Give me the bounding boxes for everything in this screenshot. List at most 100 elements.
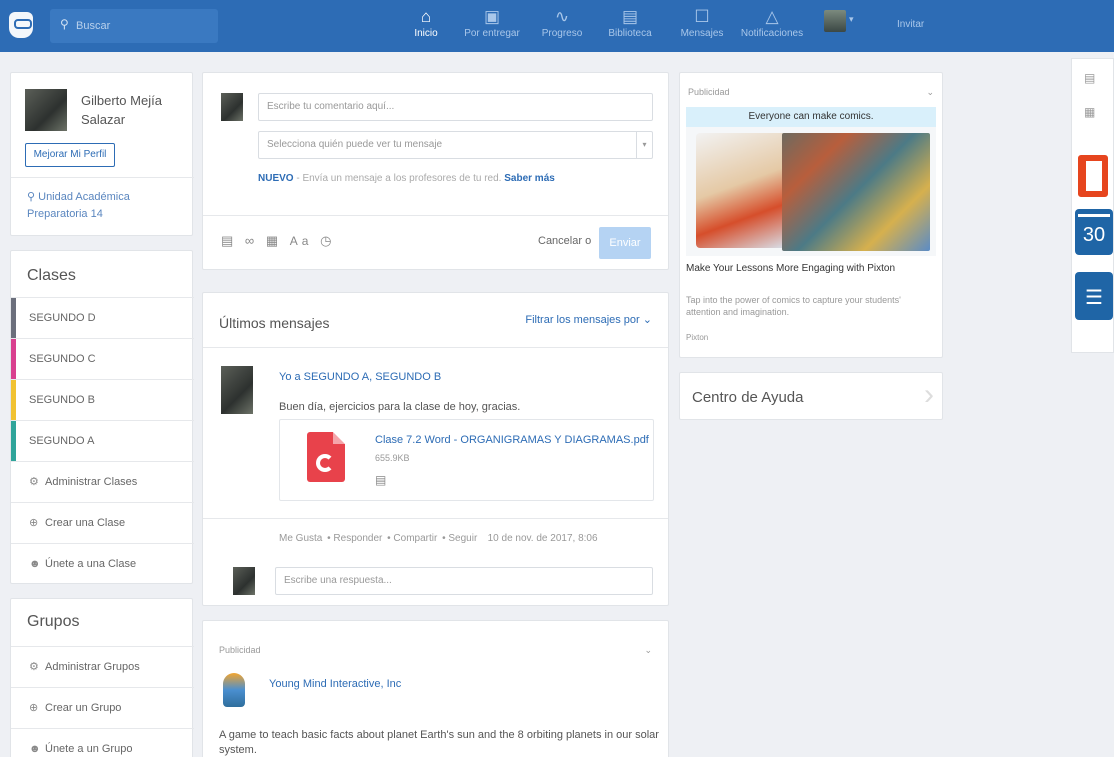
class-item[interactable]: SEGUNDO D [11, 297, 194, 338]
help-center-link[interactable]: Centro de Ayuda › [679, 372, 943, 420]
messages-title: Últimos mensajes [219, 315, 330, 331]
nav-notifications[interactable]: △ Notificaciones [738, 6, 806, 48]
top-navigation-bar: ⚲ ⌂ Inicio ▣ Por entregar ∿ Progreso ▤ B… [0, 0, 1114, 52]
ad-title[interactable]: Make Your Lessons More Engaging with Pix… [686, 263, 895, 274]
class-color-bar [11, 421, 16, 461]
location-line1: Unidad Académica [38, 191, 130, 203]
share-action[interactable]: Compartir [393, 533, 437, 544]
link-icon[interactable]: ∞ [245, 233, 258, 248]
library-icon[interactable]: ▤ [375, 473, 386, 487]
plus-circle-icon: ⊕ [29, 702, 39, 714]
messages-card: Últimos mensajes Filtrar los mensajes po… [202, 292, 669, 606]
manage-classes-label: Administrar Clases [45, 476, 138, 488]
create-group-link[interactable]: ⊕ Crear un Grupo [11, 687, 194, 728]
class-item[interactable]: SEGUNDO B [11, 379, 194, 420]
classes-card: Clases SEGUNDO D SEGUNDO C SEGUNDO B SEG… [10, 250, 194, 584]
improve-profile-button[interactable]: Mejorar Mi Perfil [25, 143, 115, 167]
profile-location[interactable]: ⚲ Unidad Académica Preparatoria 14 [27, 189, 187, 223]
nav-progress[interactable]: ∿ Progreso [536, 6, 588, 48]
nuevo-label: NUEVO [258, 173, 294, 184]
profile-name[interactable]: Gilberto Mejía Salazar [81, 91, 181, 129]
user-join-icon: ☻ [29, 558, 41, 570]
divider [203, 215, 668, 216]
chevron-down-icon[interactable]: ⌄ [926, 87, 934, 98]
class-item[interactable]: SEGUNDO C [11, 338, 194, 379]
attachment-file-name[interactable]: Clase 7.2 Word - ORGANIGRAMAS Y DIAGRAMA… [375, 434, 649, 446]
profile-first-name: Gilberto Mejía [81, 93, 162, 108]
advertiser-name[interactable]: Young Mind Interactive, Inc [269, 678, 401, 690]
calendar-day: 30 [1082, 224, 1106, 246]
create-group-label: Crear un Grupo [45, 702, 122, 714]
user-join-icon: ☻ [29, 743, 41, 755]
ad-image[interactable]: Everyone can make comics. [686, 107, 936, 256]
progress-icon: ∿ [554, 7, 570, 26]
ad-description-line1: A game to teach basic facts about planet… [219, 729, 659, 741]
or-text: o [585, 235, 592, 247]
composer-toolbar: ▤ ∞ ▦ Aa ◷ [221, 233, 335, 249]
backpack-icon[interactable]: ▤ [1084, 71, 1095, 85]
advertiser-logo [223, 673, 245, 707]
join-group-link[interactable]: ☻ Únete a un Grupo [11, 728, 194, 757]
chevron-down-icon: ⌄ [642, 314, 652, 326]
manage-classes-link[interactable]: ⚙ Administrar Clases [11, 461, 194, 502]
reply-input[interactable]: Escribe una respuesta... [275, 567, 653, 595]
ad-description: Tap into the power of comics to capture … [686, 295, 901, 317]
bell-icon: △ [765, 7, 779, 26]
audience-select[interactable]: Selecciona quién puede ver tu mensaje ▾ [258, 131, 653, 159]
library-icon[interactable]: ▦ [266, 233, 282, 248]
divider [203, 347, 668, 348]
messages-icon: ☐ [694, 7, 710, 26]
manage-groups-link[interactable]: ⚙ Administrar Grupos [11, 646, 194, 687]
nav-messages[interactable]: ☐ Mensajes [674, 6, 730, 48]
chevron-down-icon[interactable]: ⌄ [644, 645, 652, 656]
follow-action[interactable]: Seguir [448, 533, 477, 544]
search-input[interactable] [76, 17, 206, 35]
apps-grid-icon[interactable]: ▦ [1084, 105, 1095, 119]
attachment-card[interactable]: Clase 7.2 Word - ORGANIGRAMAS Y DIAGRAMA… [279, 419, 654, 501]
quiz-icon[interactable]: ☰ [1075, 272, 1113, 320]
text-format-icon[interactable]: Aa [290, 234, 313, 248]
ad-description: A game to teach basic facts about planet… [219, 728, 659, 757]
home-icon: ⌂ [420, 7, 432, 26]
user-avatar-menu[interactable] [824, 10, 846, 32]
learn-more-link[interactable]: Saber más [504, 173, 555, 184]
join-class-label: Únete a una Clase [45, 558, 137, 570]
nav-due[interactable]: ▣ Por entregar [464, 6, 520, 48]
chevron-down-icon[interactable]: ▾ [849, 14, 854, 25]
cancel-button[interactable]: Cancelar [538, 235, 582, 247]
edmodo-logo[interactable] [9, 12, 33, 38]
profile-avatar[interactable] [25, 89, 67, 131]
assignment-icon[interactable]: ▤ [221, 233, 237, 248]
nav-library[interactable]: ▤ Biblioteca [604, 6, 656, 48]
pdf-file-icon [307, 432, 345, 482]
comment-input[interactable]: Escribe tu comentario aquí... [258, 93, 653, 121]
invite-link[interactable]: Invitar [897, 19, 924, 30]
apps-sidebar: ▤ ▦ 30 ☰ [1071, 58, 1114, 353]
library-icon: ▤ [621, 7, 639, 26]
ad-description-line2: system. [219, 744, 257, 756]
post-author-avatar[interactable] [221, 366, 253, 414]
reply-action[interactable]: Responder [333, 533, 382, 544]
nuevo-note: NUEVO - Envía un mensaje a los profesore… [258, 173, 555, 184]
filter-messages-dropdown[interactable]: Filtrar los mensajes por ⌄ [525, 313, 652, 326]
post-actions: Me Gusta • Responder • Compartir • Segui… [279, 533, 598, 544]
ad-label: Publicidad [219, 645, 261, 655]
search-box[interactable]: ⚲ [50, 9, 218, 43]
create-class-link[interactable]: ⊕ Crear una Clase [11, 502, 194, 543]
nav-home[interactable]: ⌂ Inicio [408, 6, 444, 48]
post-timestamp: 10 de nov. de 2017, 8:06 [487, 533, 598, 544]
post-body: Buen día, ejercicios para la clase de ho… [279, 401, 521, 413]
location-line2: Preparatoria 14 [27, 208, 103, 220]
class-label: SEGUNDO D [29, 312, 96, 324]
clock-icon[interactable]: ◷ [320, 233, 335, 248]
join-class-link[interactable]: ☻ Únete a una Clase [11, 543, 194, 584]
send-button[interactable]: Enviar [599, 227, 651, 259]
class-item[interactable]: SEGUNDO A [11, 420, 194, 461]
office-365-icon[interactable] [1078, 155, 1108, 197]
plus-circle-icon: ⊕ [29, 517, 39, 529]
pixton-ad-card: Publicidad ⌄ Everyone can make comics. M… [679, 72, 943, 358]
like-action[interactable]: Me Gusta [279, 533, 322, 544]
calendar-icon[interactable]: 30 [1075, 209, 1113, 255]
post-recipients[interactable]: Yo a SEGUNDO A, SEGUNDO B [279, 371, 441, 383]
nav-home-label: Inicio [414, 28, 438, 39]
